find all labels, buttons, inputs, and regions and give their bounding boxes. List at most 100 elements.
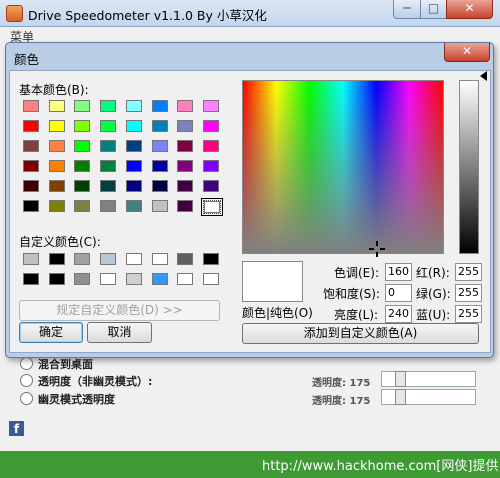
- color-swatch[interactable]: [203, 201, 220, 213]
- color-swatch[interactable]: [100, 253, 117, 265]
- color-swatch-frame[interactable]: [124, 251, 144, 267]
- color-swatch-frame[interactable]: [72, 138, 92, 154]
- color-swatch-frame[interactable]: [150, 138, 170, 154]
- color-swatch[interactable]: [125, 253, 142, 265]
- color-swatch[interactable]: [23, 180, 39, 192]
- color-swatch[interactable]: [23, 200, 39, 212]
- color-swatch-frame[interactable]: [150, 271, 170, 287]
- color-swatch[interactable]: [48, 200, 65, 212]
- color-swatch-frame[interactable]: [72, 251, 92, 267]
- color-swatch-frame[interactable]: [21, 98, 41, 114]
- color-swatch-frame[interactable]: [201, 158, 221, 174]
- red-field[interactable]: 255: [455, 263, 482, 281]
- color-swatch-frame[interactable]: [175, 138, 195, 154]
- radio-button[interactable]: [20, 392, 33, 405]
- color-swatch-frame[interactable]: [21, 118, 41, 134]
- color-swatch-frame[interactable]: [201, 138, 221, 154]
- color-swatch[interactable]: [100, 180, 117, 192]
- color-swatch[interactable]: [125, 120, 142, 132]
- ok-button[interactable]: 确定: [19, 322, 83, 343]
- color-swatch-frame[interactable]: [21, 271, 41, 287]
- color-swatch-frame[interactable]: [21, 138, 41, 154]
- color-swatch[interactable]: [100, 100, 117, 112]
- cancel-button[interactable]: 取消: [87, 322, 152, 343]
- color-swatch[interactable]: [202, 180, 219, 192]
- color-swatch[interactable]: [100, 120, 117, 132]
- color-swatch-frame[interactable]: [124, 118, 144, 134]
- color-swatch[interactable]: [151, 140, 168, 152]
- color-swatch-frame[interactable]: [150, 178, 170, 194]
- color-swatch-frame[interactable]: [47, 138, 67, 154]
- color-swatch-frame[interactable]: [47, 271, 67, 287]
- color-swatch[interactable]: [202, 140, 219, 152]
- color-swatch[interactable]: [74, 253, 91, 265]
- color-swatch-frame[interactable]: [175, 271, 195, 287]
- color-swatch[interactable]: [74, 160, 91, 172]
- color-swatch-frame[interactable]: [124, 198, 144, 214]
- color-swatch-frame[interactable]: [150, 158, 170, 174]
- color-swatch-frame[interactable]: [98, 198, 118, 214]
- color-swatch-frame[interactable]: [21, 158, 41, 174]
- radio-button[interactable]: [20, 357, 33, 370]
- color-swatch-frame[interactable]: [150, 118, 170, 134]
- color-swatch[interactable]: [48, 100, 65, 112]
- slider-thumb[interactable]: [395, 371, 406, 387]
- color-swatch[interactable]: [177, 120, 194, 132]
- color-swatch[interactable]: [177, 160, 194, 172]
- color-swatch[interactable]: [23, 140, 39, 152]
- color-swatch-frame[interactable]: [150, 251, 170, 267]
- color-swatch-frame[interactable]: [175, 198, 195, 214]
- color-swatch[interactable]: [23, 100, 39, 112]
- color-swatch-frame[interactable]: [98, 251, 118, 267]
- color-swatch-frame[interactable]: [21, 198, 41, 214]
- color-swatch[interactable]: [151, 100, 168, 112]
- color-swatch-frame[interactable]: [72, 158, 92, 174]
- green-field[interactable]: 255: [455, 284, 482, 302]
- color-swatch-frame[interactable]: [175, 178, 195, 194]
- color-swatch-frame[interactable]: [201, 98, 221, 114]
- color-swatch-frame[interactable]: [72, 118, 92, 134]
- color-swatch-frame[interactable]: [47, 198, 67, 214]
- color-swatch[interactable]: [100, 160, 117, 172]
- color-swatch[interactable]: [100, 273, 117, 285]
- crosshair-icon[interactable]: [369, 241, 385, 257]
- color-swatch[interactable]: [151, 200, 168, 212]
- color-swatch[interactable]: [74, 100, 91, 112]
- color-swatch-frame[interactable]: [98, 271, 118, 287]
- color-swatch[interactable]: [125, 200, 142, 212]
- color-swatch-frame[interactable]: [72, 271, 92, 287]
- color-swatch[interactable]: [74, 140, 91, 152]
- color-swatch-frame[interactable]: [124, 271, 144, 287]
- color-swatch[interactable]: [74, 200, 91, 212]
- color-swatch[interactable]: [202, 273, 219, 285]
- color-swatch[interactable]: [74, 180, 91, 192]
- color-swatch-frame[interactable]: [47, 178, 67, 194]
- color-swatch[interactable]: [177, 253, 194, 265]
- color-swatch-frame[interactable]: [98, 98, 118, 114]
- saturation-field[interactable]: 0: [385, 284, 412, 302]
- maximize-button[interactable]: □: [420, 0, 447, 19]
- color-swatch[interactable]: [74, 273, 91, 285]
- color-swatch-frame[interactable]: [47, 158, 67, 174]
- color-swatch-frame[interactable]: [201, 251, 221, 267]
- color-swatch-frame[interactable]: [98, 138, 118, 154]
- dialog-close-button[interactable]: ✕: [444, 43, 490, 62]
- color-swatch[interactable]: [125, 100, 142, 112]
- color-swatch-frame[interactable]: [124, 98, 144, 114]
- color-swatch[interactable]: [23, 253, 39, 265]
- color-swatch[interactable]: [202, 253, 219, 265]
- color-swatch[interactable]: [48, 253, 65, 265]
- color-swatch-frame[interactable]: [98, 178, 118, 194]
- color-swatch[interactable]: [125, 140, 142, 152]
- color-swatch-frame[interactable]: [72, 178, 92, 194]
- color-swatch-frame[interactable]: [72, 98, 92, 114]
- color-swatch-frame[interactable]: [47, 251, 67, 267]
- luminance-bar[interactable]: [459, 80, 479, 254]
- color-spectrum[interactable]: [242, 80, 444, 257]
- blue-field[interactable]: 255: [455, 305, 482, 323]
- color-swatch-frame[interactable]: [98, 158, 118, 174]
- color-swatch[interactable]: [23, 120, 39, 132]
- color-swatch-frame[interactable]: [98, 118, 118, 134]
- color-swatch-frame[interactable]: [201, 118, 221, 134]
- color-swatch[interactable]: [48, 160, 65, 172]
